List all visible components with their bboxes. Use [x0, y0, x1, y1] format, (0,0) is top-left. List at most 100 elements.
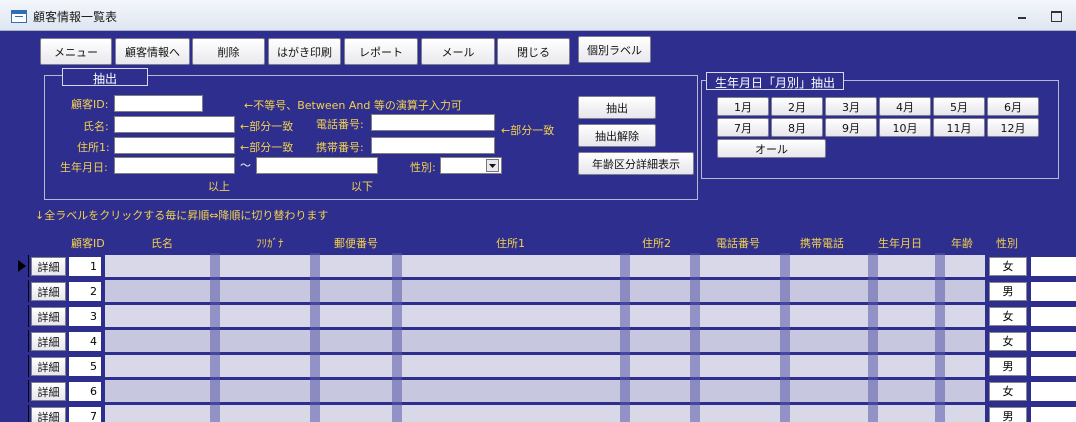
extra-cell[interactable] [1031, 282, 1076, 301]
month-8-button[interactable]: 8月 [771, 118, 823, 137]
table-row[interactable]: 詳細 2 男 [0, 280, 1076, 302]
month-9-button[interactable]: 9月 [825, 118, 877, 137]
customer-list-form: 顧客情報一覧表 メニュー 顧客情報へ 削除 はがき印刷 レポート メール 閉じる… [0, 0, 1076, 422]
month-7-button[interactable]: 7月 [717, 118, 769, 137]
detail-button[interactable]: 詳細 [31, 332, 66, 351]
mail-button[interactable]: メール [421, 38, 495, 65]
delete-button[interactable]: 削除 [192, 38, 265, 65]
customer-id-input[interactable] [114, 95, 203, 112]
phone-input[interactable] [371, 114, 495, 131]
customer-id-cell[interactable]: 5 [69, 357, 101, 376]
customer-id-cell[interactable]: 1 [69, 257, 101, 276]
column-header-mobile[interactable]: 携帯電話 [800, 235, 844, 251]
customer-id-cell[interactable]: 6 [69, 382, 101, 401]
name-input[interactable] [114, 116, 235, 133]
close-button[interactable]: 閉じる [497, 38, 570, 65]
detail-button[interactable]: 詳細 [31, 382, 66, 401]
postcard-print-button[interactable]: はがき印刷 [268, 38, 341, 65]
customer-info-button[interactable]: 顧客情報へ [115, 38, 190, 65]
month-4-button[interactable]: 4月 [879, 97, 931, 116]
name-label: 氏名: [83, 120, 109, 133]
month-extract-legend: 生年月日「月別」抽出 [706, 72, 844, 90]
vertical-scroll-area [1066, 32, 1076, 222]
month-6-button[interactable]: 6月 [987, 97, 1039, 116]
column-header-address2[interactable]: 住所2 [642, 235, 671, 251]
gender-cell[interactable]: 女 [989, 382, 1027, 401]
minimize-icon[interactable] [1014, 9, 1030, 22]
clear-extract-button[interactable]: 抽出解除 [578, 124, 656, 147]
address1-hint: ←部分一致 [240, 141, 294, 154]
gender-cell[interactable]: 男 [989, 282, 1027, 301]
column-header-birthdate[interactable]: 生年月日 [878, 235, 922, 251]
extra-cell[interactable] [1031, 332, 1076, 351]
extra-cell[interactable] [1031, 257, 1076, 276]
column-header-furigana[interactable]: ﾌﾘｶﾞﾅ [256, 235, 284, 251]
month-1-button[interactable]: 1月 [717, 97, 769, 116]
column-header-address1[interactable]: 住所1 [496, 235, 525, 251]
gender-cell[interactable]: 女 [989, 257, 1027, 276]
menu-button[interactable]: メニュー [40, 38, 112, 65]
extra-cell[interactable] [1031, 407, 1076, 422]
column-header-customer-id[interactable]: 顧客ID [71, 235, 105, 251]
mobile-label: 携帯番号: [316, 141, 364, 154]
all-months-button[interactable]: オール [717, 139, 826, 158]
column-divider [868, 253, 878, 422]
column-header-name[interactable]: 氏名 [151, 235, 173, 251]
record-selector[interactable] [11, 405, 29, 422]
table-row[interactable]: 詳細 3 女 [0, 305, 1076, 327]
address1-label: 住所1: [77, 141, 110, 154]
mobile-input[interactable] [371, 137, 495, 154]
detail-button[interactable]: 詳細 [31, 357, 66, 376]
month-12-button[interactable]: 12月 [987, 118, 1039, 137]
record-selector[interactable] [11, 280, 29, 302]
record-selector[interactable] [11, 305, 29, 327]
gender-cell[interactable]: 男 [989, 357, 1027, 376]
detail-button[interactable]: 詳細 [31, 282, 66, 301]
column-header-age[interactable]: 年齢 [951, 235, 973, 251]
month-10-button[interactable]: 10月 [879, 118, 931, 137]
detail-button[interactable]: 詳細 [31, 407, 66, 422]
customer-id-cell[interactable]: 7 [69, 407, 101, 422]
column-header-gender[interactable]: 性別 [996, 235, 1018, 251]
birthdate-from-input[interactable] [114, 157, 235, 174]
table-row[interactable]: 詳細 6 女 [0, 380, 1076, 402]
month-3-button[interactable]: 3月 [825, 97, 877, 116]
column-divider [210, 253, 220, 422]
extra-cell[interactable] [1031, 382, 1076, 401]
gender-select[interactable] [440, 157, 502, 174]
extract-button[interactable]: 抽出 [578, 96, 656, 119]
customer-id-cell[interactable]: 2 [69, 282, 101, 301]
column-header-postal-code[interactable]: 郵便番号 [334, 235, 378, 251]
address1-input[interactable] [114, 137, 235, 154]
age-detail-button[interactable]: 年齢区分詳細表示 [578, 152, 694, 175]
birthdate-label: 生年月日: [60, 161, 108, 174]
birthdate-to-input[interactable] [256, 157, 378, 174]
column-header-phone[interactable]: 電話番号 [716, 235, 760, 251]
record-selector[interactable] [11, 255, 29, 277]
record-selector[interactable] [11, 355, 29, 377]
record-selector[interactable] [11, 380, 29, 402]
detail-button[interactable]: 詳細 [31, 257, 66, 276]
detail-button[interactable]: 詳細 [31, 307, 66, 326]
extra-cell[interactable] [1031, 307, 1076, 326]
masked-record-data [105, 255, 985, 277]
table-row[interactable]: 詳細 5 男 [0, 355, 1076, 377]
month-2-button[interactable]: 2月 [771, 97, 823, 116]
gender-cell[interactable]: 女 [989, 332, 1027, 351]
month-5-button[interactable]: 5月 [933, 97, 985, 116]
month-11-button[interactable]: 11月 [933, 118, 985, 137]
gender-cell[interactable]: 女 [989, 307, 1027, 326]
individual-label-button[interactable]: 個別ラベル [578, 36, 651, 63]
table-row[interactable]: 詳細 7 男 [0, 405, 1076, 422]
column-divider [780, 253, 790, 422]
report-button[interactable]: レポート [344, 38, 418, 65]
extra-cell[interactable] [1031, 357, 1076, 376]
gender-cell[interactable]: 男 [989, 407, 1027, 422]
table-row[interactable]: 詳細 4 女 [0, 330, 1076, 352]
restore-icon[interactable] [1048, 9, 1064, 22]
customer-id-cell[interactable]: 3 [69, 307, 101, 326]
column-divider [310, 253, 320, 422]
table-row[interactable]: 詳細 1 女 [0, 255, 1076, 277]
record-selector[interactable] [11, 330, 29, 352]
customer-id-cell[interactable]: 4 [69, 332, 101, 351]
